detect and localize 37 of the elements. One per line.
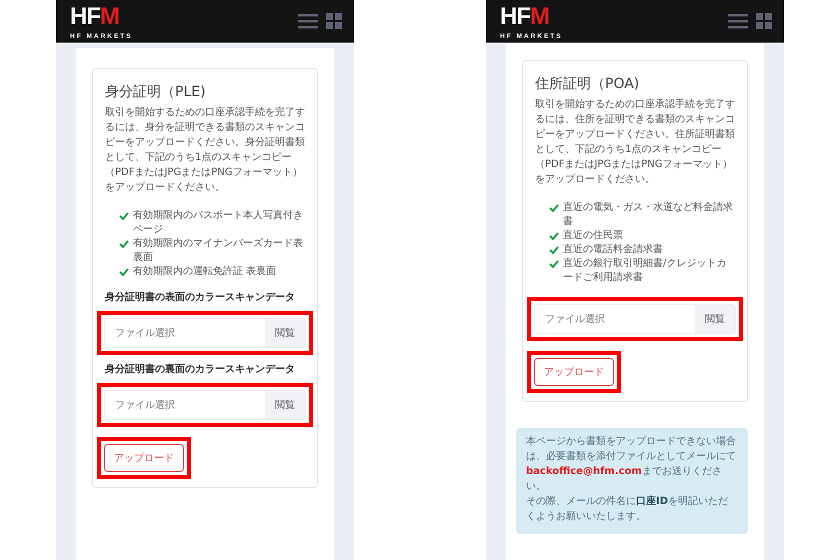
- check-icon: [119, 240, 129, 248]
- upload-button[interactable]: アップロード: [534, 358, 614, 386]
- document-item: 直近の銀行取引明細書/クレジットカードご利用請求書: [563, 257, 728, 285]
- card-description: 取引を開始するための口座承認手続を完了するには、身分を証明できる書類のスキャンコピーをアップロードください。身分証明書類として、下記のうち1点のスキャンコピー（PDFまたはJPGまたはPNGフォーマット）をアップロードください。: [105, 106, 305, 195]
- check-icon: [119, 212, 129, 220]
- document-item: 直近の電話料金請求書: [563, 243, 663, 257]
- browse-button[interactable]: 閲覧: [695, 305, 735, 333]
- file-input[interactable]: ファイル選択 閲覧: [104, 318, 306, 348]
- document-item: 有効期限内のマイナンバーズカード表裏面: [133, 237, 304, 265]
- card-title: 身分証明（PLE): [105, 83, 207, 101]
- file-input[interactable]: ファイル選択 閲覧: [534, 304, 736, 334]
- document-item: 直近の住民票: [563, 229, 623, 243]
- document-item: 有効期限内のパスポート本人写真付きページ: [133, 209, 304, 237]
- document-item: 直近の電気・ガス・水道など料金請求書: [563, 201, 734, 229]
- notice-text: 本ページから書類をアップロードできない場合は、必要書類を添付ファイルとしてメールにて backoffice@hfm.com までお送りください。: [526, 434, 737, 494]
- browse-button[interactable]: 閲覧: [265, 391, 305, 419]
- field-label: 身分証明書の裏面のカラースキャンデータ: [105, 363, 296, 377]
- logo-mark: HFM: [70, 2, 120, 30]
- field-label: 身分証明書の表面のカラースキャンデータ: [105, 291, 296, 305]
- file-input[interactable]: ファイル選択 閲覧: [104, 390, 306, 420]
- file-placeholder: ファイル選択: [114, 399, 176, 413]
- document-item: 有効期限内の運転免許証 表裏面: [133, 265, 276, 279]
- file-placeholder: ファイル選択: [114, 327, 176, 341]
- browse-button[interactable]: 閲覧: [265, 319, 305, 347]
- upload-button[interactable]: アップロード: [104, 444, 184, 472]
- notice-text: その際、メールの件名に口座IDを明記いただくようお願いいたします。: [526, 494, 730, 524]
- check-icon: [549, 204, 559, 212]
- menu-icon[interactable]: [728, 13, 748, 29]
- card-title: 住所証明（POA): [535, 75, 640, 93]
- grid-icon[interactable]: [326, 13, 342, 29]
- check-icon: [119, 268, 129, 276]
- grid-icon[interactable]: [756, 13, 772, 29]
- menu-icon[interactable]: [298, 13, 318, 29]
- card-description: 取引を開始するための口座承認手続を完了するには、住所を証明できる書類のスキャンコピーをアップロードください。住所証明書類として、下記のうち1点のスキャンコピー（PDFまたはJPGまたはPNGフォーマット）をアップロードください。: [535, 98, 735, 187]
- logo-mark: HFM: [500, 2, 550, 30]
- file-placeholder: ファイル選択: [544, 313, 606, 327]
- email-link[interactable]: backoffice@hfm.com: [526, 466, 642, 477]
